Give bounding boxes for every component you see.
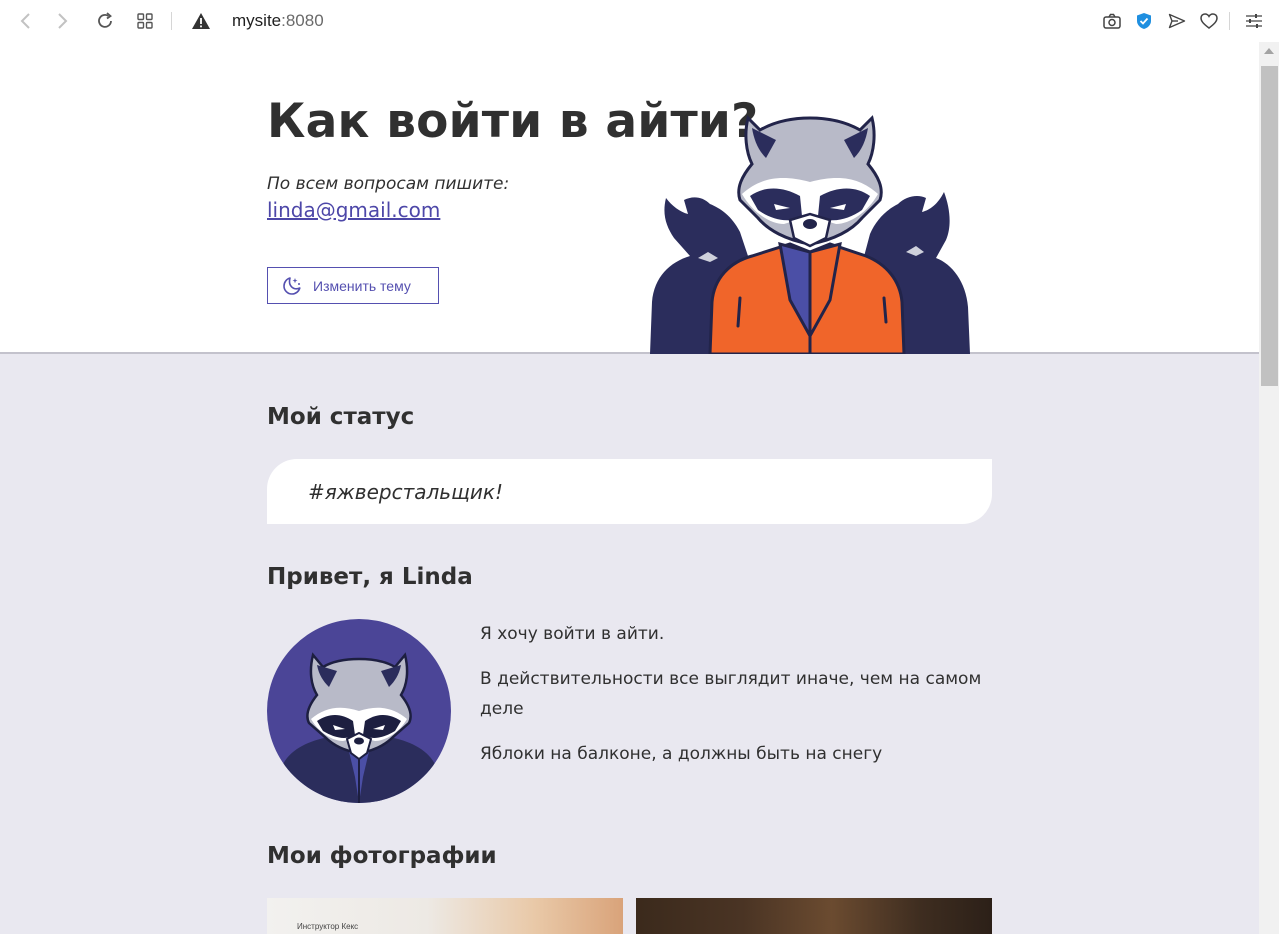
forward-icon[interactable]: [52, 10, 74, 32]
send-icon[interactable]: [1166, 10, 1188, 32]
photos-heading: Мои фотографии: [267, 843, 497, 869]
page-header: Как войти в айти? По всем вопросам пишит…: [0, 42, 1259, 354]
scrollbar-thumb[interactable]: [1261, 66, 1278, 386]
address-bar[interactable]: mysite:8080: [232, 10, 324, 32]
moon-icon: [281, 275, 303, 297]
browser-toolbar: mysite:8080: [0, 0, 1279, 42]
camera-icon[interactable]: [1101, 10, 1123, 32]
warning-icon[interactable]: [190, 10, 212, 32]
toolbar-divider-right: [1229, 12, 1230, 30]
about-heading: Привет, я Linda: [267, 564, 473, 590]
url-port: :8080: [281, 11, 324, 30]
status-heading: Мой статус: [267, 404, 415, 430]
toolbar-divider: [171, 12, 172, 30]
photo-card[interactable]: [636, 898, 992, 934]
raccoon-illustration: [650, 115, 970, 354]
shield-icon[interactable]: [1133, 10, 1155, 32]
tabs-grid-icon[interactable]: [134, 10, 156, 32]
raccoon-avatar-icon: [277, 652, 441, 803]
settings-sliders-icon[interactable]: [1243, 10, 1265, 32]
back-icon[interactable]: [14, 10, 36, 32]
status-text: #яжверстальщик!: [308, 479, 503, 504]
change-theme-label: Изменить тему: [313, 277, 411, 294]
about-paragraph: Я хочу войти в айти.: [480, 624, 665, 644]
change-theme-button[interactable]: Изменить тему: [267, 267, 439, 304]
email-link[interactable]: linda@gmail.com: [267, 198, 440, 222]
heart-icon[interactable]: [1198, 10, 1220, 32]
url-host: mysite: [232, 11, 282, 30]
scroll-up-arrow-icon[interactable]: [1264, 48, 1274, 54]
avatar: [267, 619, 451, 803]
photo-caption: Инструктор Кекс: [297, 922, 359, 931]
reload-icon[interactable]: [94, 10, 116, 32]
about-paragraph: Яблоки на балконе, а должны быть на снег…: [480, 744, 883, 764]
status-card: #яжверстальщик!: [267, 459, 992, 524]
contact-caption: По всем вопросам пишите:: [267, 174, 510, 194]
about-paragraph: В действительности все выглядит иначе, ч…: [480, 669, 982, 719]
page-content: Как войти в айти? По всем вопросам пишит…: [0, 42, 1259, 934]
photo-card[interactable]: Инструктор Кекс: [267, 898, 623, 934]
